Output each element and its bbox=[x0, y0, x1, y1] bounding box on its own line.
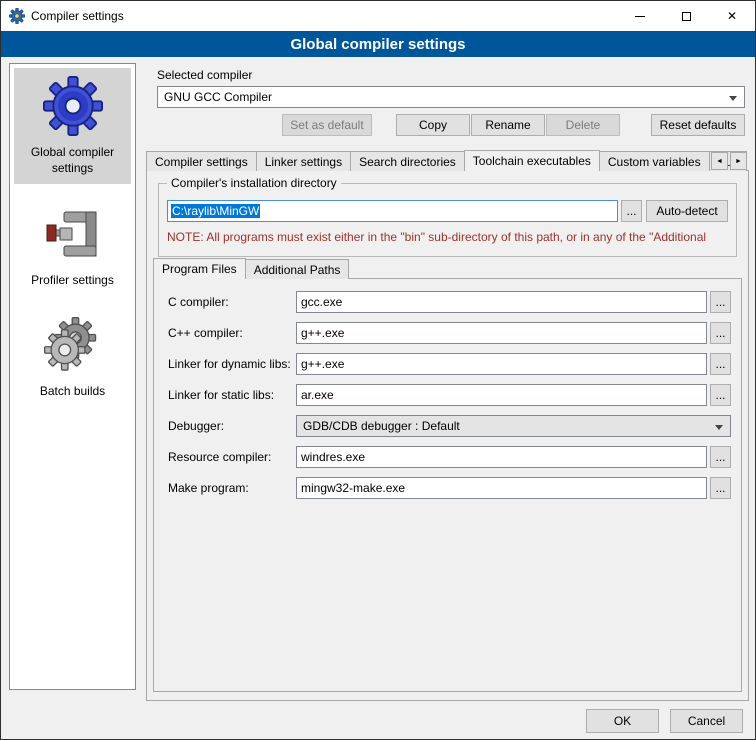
gray-gears-icon bbox=[44, 317, 102, 375]
cpp-compiler-input[interactable] bbox=[296, 322, 707, 344]
app-icon bbox=[9, 8, 25, 24]
installation-directory-row: C:\raylib\MinGW ... Auto-detect bbox=[167, 200, 728, 222]
compiler-settings-dialog: Compiler settings ✕ Global compiler sett… bbox=[0, 0, 756, 740]
delete-button[interactable]: Delete bbox=[546, 114, 620, 136]
tab-scroll-left-button[interactable]: ◄ bbox=[711, 152, 728, 170]
cancel-button[interactable]: Cancel bbox=[670, 709, 743, 733]
browse-button[interactable]: ... bbox=[710, 384, 731, 406]
sidebar-item-label: Profiler settings bbox=[16, 273, 129, 289]
maximize-icon bbox=[682, 12, 691, 21]
c-compiler-input[interactable] bbox=[296, 291, 707, 313]
toolchain-subtabs: Program Files Additional Paths bbox=[153, 258, 349, 279]
browse-button[interactable]: ... bbox=[710, 353, 731, 375]
dynamic-linker-input[interactable] bbox=[296, 353, 707, 375]
resource-compiler-input[interactable] bbox=[296, 446, 707, 468]
selected-compiler-select[interactable]: GNU GCC Compiler bbox=[157, 86, 745, 108]
scroll-right-icon: ► bbox=[735, 158, 742, 165]
copy-button[interactable]: Copy bbox=[396, 114, 470, 136]
sidebar-item-profiler-settings[interactable]: Profiler settings bbox=[14, 196, 131, 297]
note-text: NOTE: All programs must exist either in … bbox=[167, 230, 735, 244]
close-button[interactable]: ✕ bbox=[709, 1, 755, 31]
tab-compiler-settings[interactable]: Compiler settings bbox=[146, 151, 257, 171]
field-label: Debugger: bbox=[168, 419, 296, 433]
titlebar[interactable]: Compiler settings ✕ bbox=[1, 1, 755, 31]
subtab-additional-paths[interactable]: Additional Paths bbox=[245, 259, 350, 279]
maximize-button[interactable] bbox=[663, 1, 709, 31]
chevron-down-icon bbox=[715, 425, 723, 430]
make-program-input[interactable] bbox=[296, 477, 707, 499]
field-label: Linker for static libs: bbox=[168, 388, 296, 402]
window-controls: ✕ bbox=[617, 1, 755, 31]
main-tabs: Compiler settings Linker settings Search… bbox=[146, 150, 749, 171]
browse-button[interactable]: ... bbox=[710, 322, 731, 344]
field-label: Linker for dynamic libs: bbox=[168, 357, 296, 371]
minimize-button[interactable] bbox=[617, 1, 663, 31]
installation-directory-input[interactable]: C:\raylib\MinGW bbox=[167, 200, 618, 222]
debugger-select[interactable]: GDB/CDB debugger : Default bbox=[296, 415, 731, 437]
installation-directory-group: Compiler's installation directory C:\ray… bbox=[158, 183, 737, 257]
reset-defaults-button[interactable]: Reset defaults bbox=[651, 114, 745, 136]
auto-detect-button[interactable]: Auto-detect bbox=[646, 200, 728, 222]
chevron-down-icon bbox=[729, 96, 737, 101]
debugger-value: GDB/CDB debugger : Default bbox=[303, 419, 460, 433]
categories-sidebar: Global compiler settings Profiler settin… bbox=[9, 63, 136, 690]
field-label: Make program: bbox=[168, 481, 296, 495]
tab-linker-settings[interactable]: Linker settings bbox=[256, 151, 351, 171]
sidebar-item-label: Global compiler settings bbox=[16, 145, 129, 176]
subtab-program-files[interactable]: Program Files bbox=[153, 258, 246, 279]
scroll-left-icon: ◄ bbox=[716, 158, 723, 165]
tab-search-directories[interactable]: Search directories bbox=[350, 151, 465, 171]
ok-button[interactable]: OK bbox=[586, 709, 659, 733]
selected-compiler-value: GNU GCC Compiler bbox=[164, 90, 272, 104]
static-linker-row: Linker for static libs: ... bbox=[168, 384, 731, 406]
clamp-icon bbox=[46, 204, 100, 264]
tab-custom-variables[interactable]: Custom variables bbox=[599, 151, 710, 171]
rename-button[interactable]: Rename bbox=[471, 114, 545, 136]
cpp-compiler-row: C++ compiler: ... bbox=[168, 322, 731, 344]
set-as-default-button[interactable]: Set as default bbox=[282, 114, 372, 136]
sidebar-item-global-compiler-settings[interactable]: Global compiler settings bbox=[14, 68, 131, 184]
static-linker-input[interactable] bbox=[296, 384, 707, 406]
selected-compiler-label: Selected compiler bbox=[157, 68, 252, 82]
group-title: Compiler's installation directory bbox=[167, 176, 341, 190]
field-label: C++ compiler: bbox=[168, 326, 296, 340]
field-label: C compiler: bbox=[168, 295, 296, 309]
debugger-row: Debugger: GDB/CDB debugger : Default bbox=[168, 415, 731, 437]
browse-button[interactable]: ... bbox=[710, 477, 731, 499]
dynamic-linker-row: Linker for dynamic libs: ... bbox=[168, 353, 731, 375]
toolchain-executables-panel: Compiler's installation directory C:\ray… bbox=[146, 170, 749, 701]
window-title: Compiler settings bbox=[31, 9, 124, 23]
browse-directory-button[interactable]: ... bbox=[621, 200, 642, 222]
close-icon: ✕ bbox=[727, 9, 737, 23]
browse-button[interactable]: ... bbox=[710, 291, 731, 313]
page-title: Global compiler settings bbox=[1, 31, 755, 57]
make-program-row: Make program: ... bbox=[168, 477, 731, 499]
tab-scroll-right-button[interactable]: ► bbox=[730, 152, 747, 170]
minimize-icon bbox=[635, 16, 645, 17]
resource-compiler-row: Resource compiler: ... bbox=[168, 446, 731, 468]
sidebar-item-batch-builds[interactable]: Batch builds bbox=[14, 309, 131, 408]
program-files-panel: C compiler: ... C++ compiler: ... Linker… bbox=[153, 278, 742, 692]
sidebar-item-label: Batch builds bbox=[16, 384, 129, 400]
tab-scroll-buttons: ◄ ► bbox=[709, 152, 747, 170]
browse-button[interactable]: ... bbox=[710, 446, 731, 468]
selected-path-text: C:\raylib\MinGW bbox=[171, 204, 260, 218]
blue-gear-icon bbox=[43, 76, 103, 136]
c-compiler-row: C compiler: ... bbox=[168, 291, 731, 313]
field-label: Resource compiler: bbox=[168, 450, 296, 464]
tab-toolchain-executables[interactable]: Toolchain executables bbox=[464, 150, 600, 171]
